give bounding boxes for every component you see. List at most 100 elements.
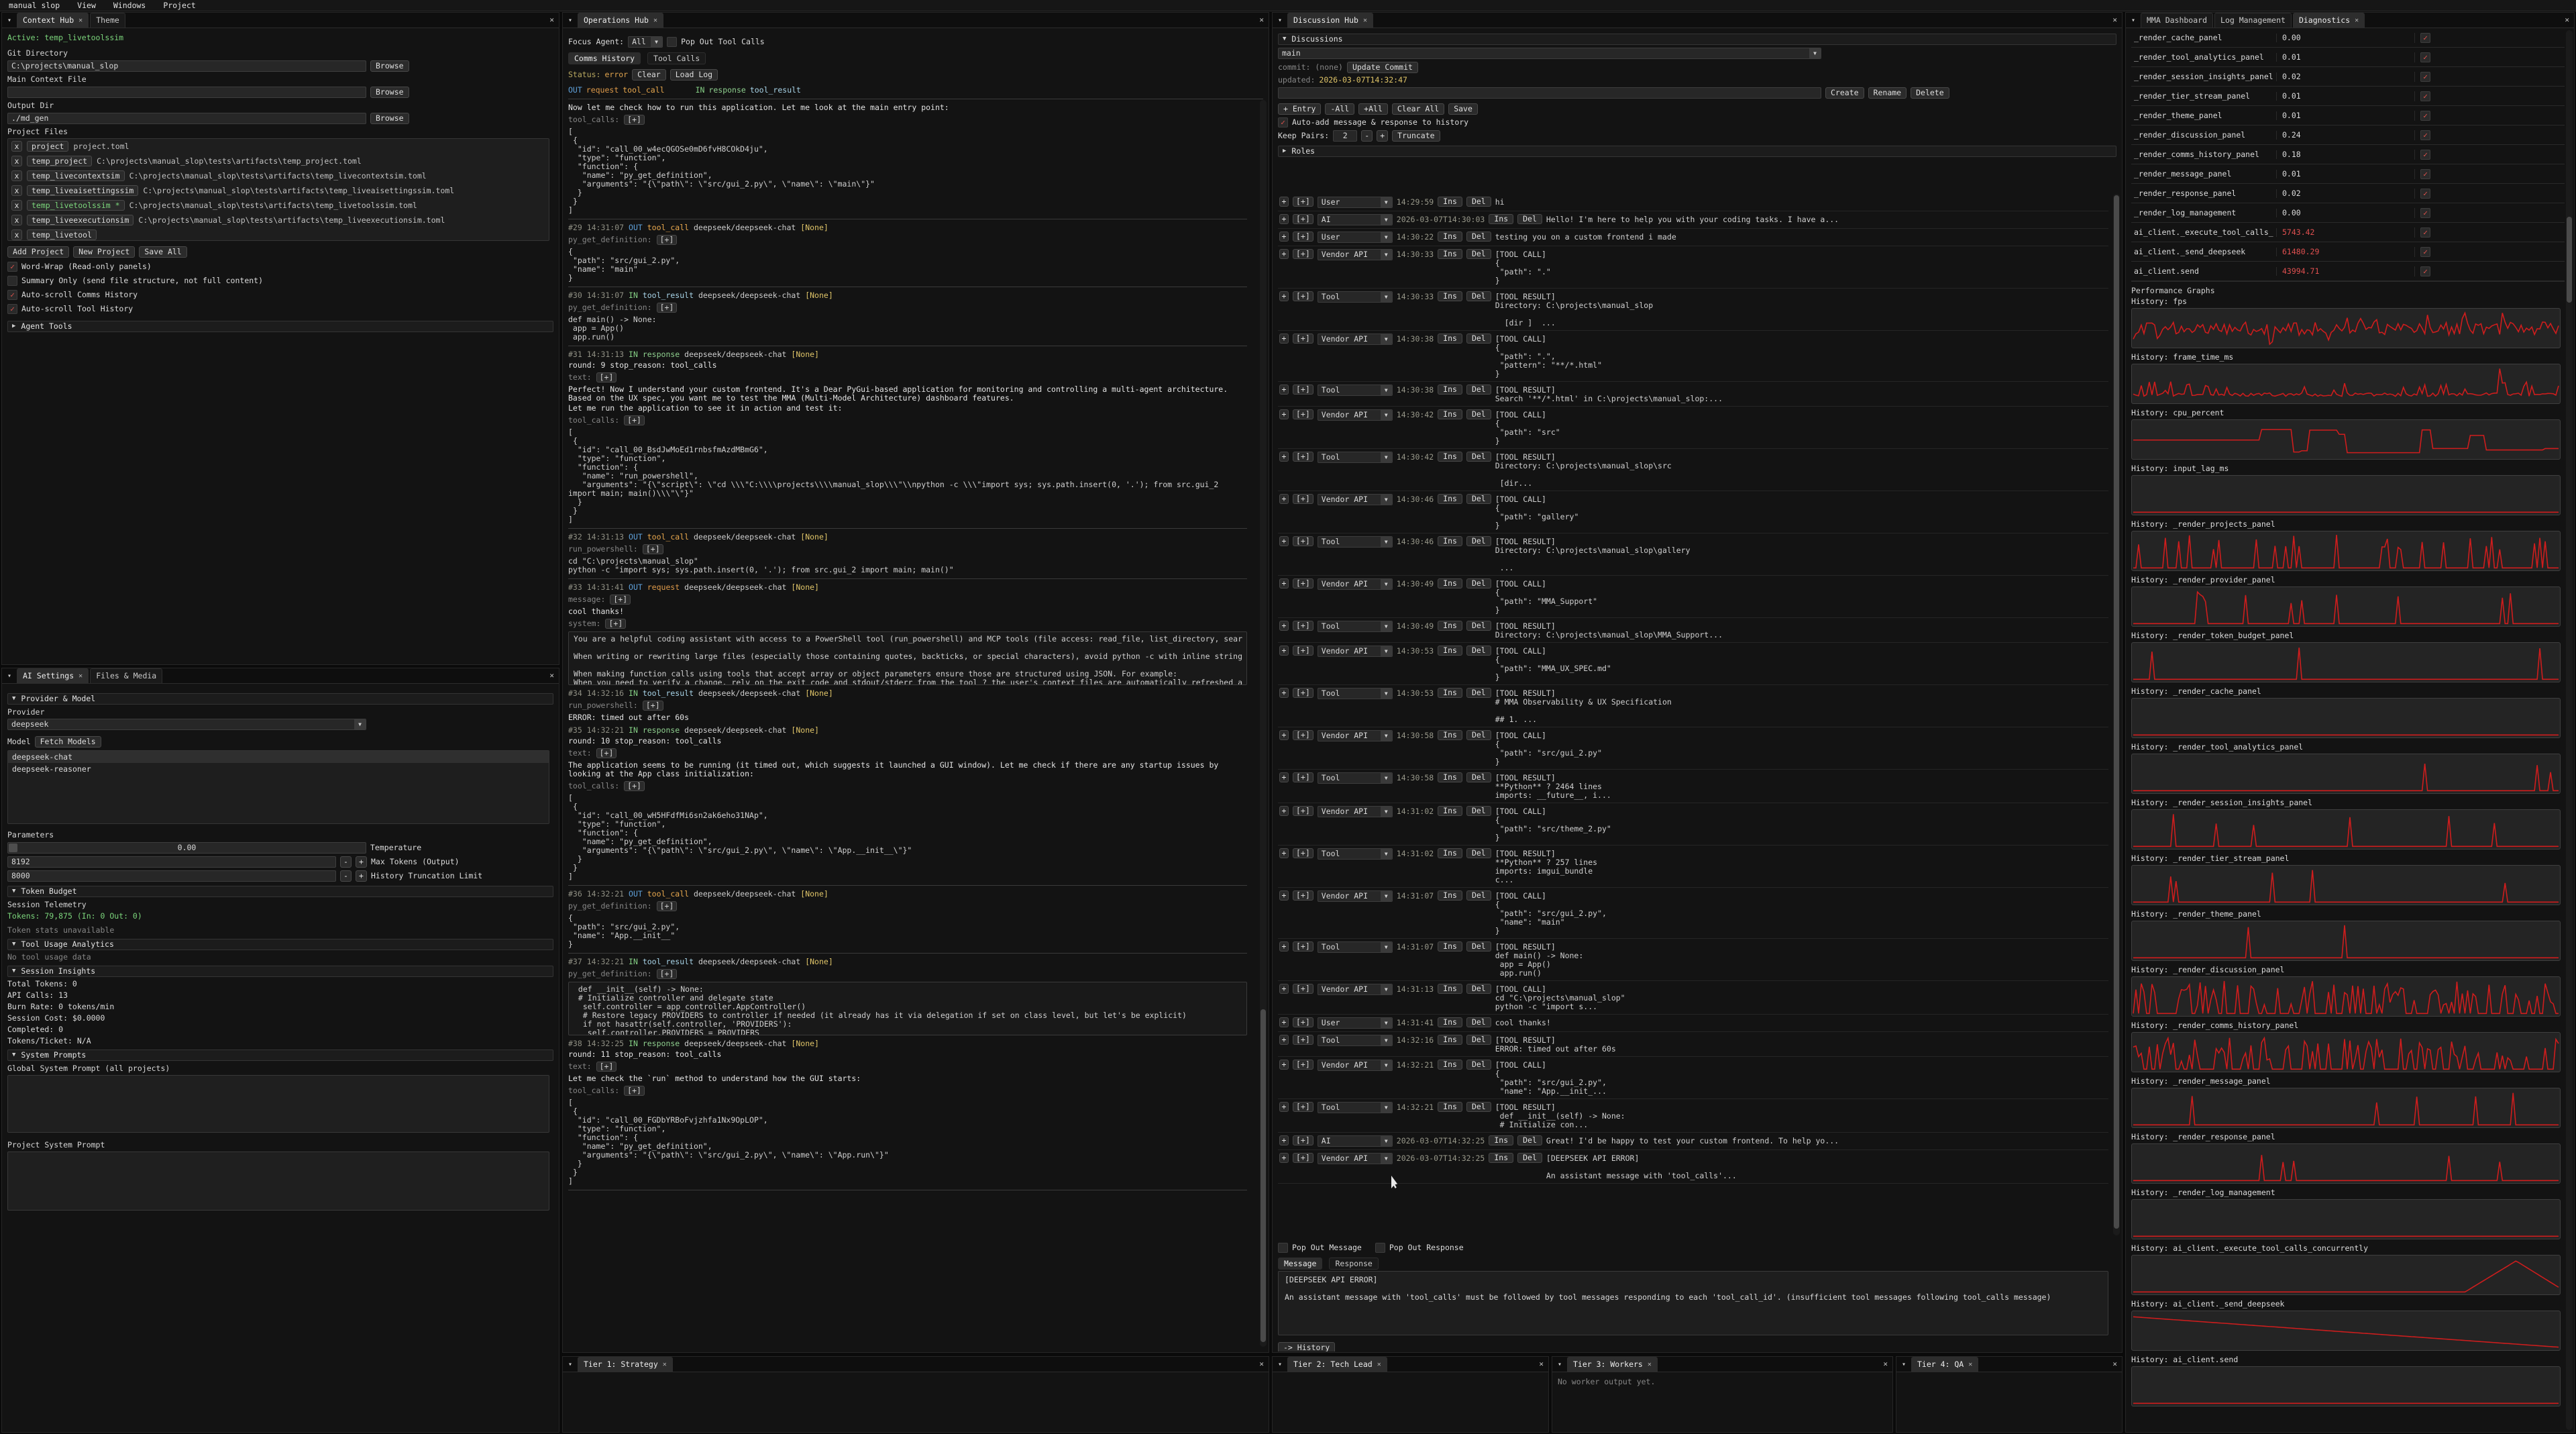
row-del-button[interactable]: Del <box>1466 730 1491 740</box>
row-ins-button[interactable]: Ins <box>1438 806 1462 816</box>
remove-file-button[interactable]: x <box>11 185 22 196</box>
ops-scrollbar[interactable] <box>1260 100 1267 1347</box>
remove-file-button[interactable]: x <box>11 215 22 225</box>
timing-checkbox[interactable]: ✓ <box>2420 72 2430 82</box>
menu-item-manual-slop[interactable]: manual slop <box>0 1 68 10</box>
row-expand-button[interactable]: [+] <box>1293 1135 1313 1145</box>
expand-button[interactable]: [+] <box>624 781 645 791</box>
roles-header[interactable]: ▶ Roles <box>1278 146 2116 157</box>
row-expand-button[interactable]: [+] <box>1293 646 1313 656</box>
row-add-button[interactable]: + <box>1279 385 1289 395</box>
row-del-button[interactable]: Del <box>1517 214 1542 224</box>
row-expand-button[interactable]: [+] <box>1293 621 1313 631</box>
tab-discussion-hub[interactable]: Discussion Hub ✕ <box>1287 13 1373 28</box>
panel-collapse-icon[interactable]: ▾ <box>2 13 17 28</box>
create-button[interactable]: Create <box>1825 87 1864 99</box>
summary-checkbox[interactable] <box>7 276 17 286</box>
timing-checkbox[interactable]: ✓ <box>2420 52 2430 62</box>
row-del-button[interactable]: Del <box>1466 578 1491 588</box>
row-del-button[interactable]: Del <box>1466 1035 1491 1045</box>
discussion-name-input[interactable] <box>1278 87 1821 99</box>
row-expand-button[interactable]: [+] <box>1293 197 1313 207</box>
expand-button[interactable]: [+] <box>643 544 663 554</box>
expand-button[interactable]: [+] <box>596 748 617 758</box>
entry-all-button[interactable]: -All <box>1325 103 1354 115</box>
row-ins-button[interactable]: Ins <box>1438 197 1462 207</box>
row-ins-button[interactable]: Ins <box>1438 232 1462 242</box>
focus-agent-select[interactable]: All ▼ <box>628 36 663 48</box>
row-ins-button[interactable]: Ins <box>1438 730 1462 740</box>
row-expand-button[interactable]: [+] <box>1293 409 1313 419</box>
row-ins-button[interactable]: Ins <box>1438 452 1462 462</box>
role-select[interactable]: Tool▼ <box>1318 772 1393 784</box>
role-select[interactable]: Tool▼ <box>1318 291 1393 303</box>
tool-usage-header[interactable]: ▼ Tool Usage Analytics <box>7 939 553 950</box>
row-del-button[interactable]: Del <box>1517 1153 1542 1163</box>
project-prompt-textarea[interactable] <box>7 1151 549 1211</box>
provider-model-header[interactable]: ▼ Provider & Model <box>7 693 553 705</box>
role-select[interactable]: Vendor API▼ <box>1318 249 1393 260</box>
row-add-button[interactable]: + <box>1279 941 1289 952</box>
project-file-tag-button[interactable]: temp_liveexecutionsim <box>27 215 133 225</box>
role-select[interactable]: AI▼ <box>1318 214 1393 225</box>
row-del-button[interactable]: Del <box>1466 621 1491 631</box>
role-select[interactable]: Vendor API▼ <box>1318 409 1393 421</box>
expand-button[interactable]: [+] <box>624 115 645 125</box>
entry-entry-button[interactable]: + Entry <box>1278 103 1321 115</box>
row-ins-button[interactable]: Ins <box>1438 291 1462 301</box>
history-limit-minus-button[interactable]: - <box>340 870 352 882</box>
close-icon[interactable]: ✕ <box>1539 1360 1544 1368</box>
project-file-tag-button[interactable]: temp_livetoolssim * <box>27 200 125 211</box>
row-add-button[interactable]: + <box>1279 984 1289 994</box>
slider-grab[interactable] <box>9 843 17 852</box>
row-ins-button[interactable]: Ins <box>1489 1135 1513 1145</box>
entry-save-button[interactable]: Save <box>1448 103 1478 115</box>
output-dir-input[interactable]: ./md_gen <box>7 113 366 124</box>
menu-item-view[interactable]: View <box>68 1 105 10</box>
truncate-button[interactable]: Truncate <box>1392 130 1440 142</box>
row-ins-button[interactable]: Ins <box>1438 848 1462 858</box>
role-select[interactable]: User▼ <box>1318 197 1393 208</box>
close-icon[interactable]: ✕ <box>1968 1360 1972 1369</box>
row-add-button[interactable]: + <box>1279 494 1289 504</box>
row-add-button[interactable]: + <box>1279 232 1289 242</box>
expand-button[interactable]: [+] <box>605 619 626 629</box>
row-ins-button[interactable]: Ins <box>1438 1060 1462 1070</box>
row-del-button[interactable]: Del <box>1466 291 1491 301</box>
close-icon[interactable]: ✕ <box>2112 15 2117 24</box>
row-expand-button[interactable]: [+] <box>1293 291 1313 301</box>
project-file-tag-button[interactable]: temp_project <box>27 156 92 166</box>
tab-tool-calls[interactable]: Tool Calls <box>647 52 706 64</box>
history-button[interactable]: -> History <box>1278 1342 1335 1351</box>
row-expand-button[interactable]: [+] <box>1293 494 1313 504</box>
row-add-button[interactable]: + <box>1279 806 1289 816</box>
row-del-button[interactable]: Del <box>1466 688 1491 698</box>
role-select[interactable]: AI▼ <box>1318 1135 1393 1147</box>
close-icon[interactable]: ✕ <box>78 672 83 680</box>
row-ins-button[interactable]: Ins <box>1438 334 1462 344</box>
role-select[interactable]: Tool▼ <box>1318 385 1393 396</box>
row-del-button[interactable]: Del <box>1466 334 1491 344</box>
provider-select[interactable]: deepseek ▼ <box>7 719 366 730</box>
row-add-button[interactable]: + <box>1279 1135 1289 1145</box>
close-icon[interactable]: ✕ <box>1259 1360 1264 1368</box>
history-limit-plus-button[interactable]: + <box>356 870 367 882</box>
save-all-button[interactable]: Save All <box>139 246 186 258</box>
timing-checkbox[interactable]: ✓ <box>2420 169 2430 179</box>
timing-checkbox[interactable]: ✓ <box>2420 130 2430 140</box>
timing-checkbox[interactable]: ✓ <box>2420 189 2430 199</box>
token-budget-header[interactable]: ▼ Token Budget <box>7 886 553 897</box>
auto-scroll-checkbox[interactable]: ✓ <box>7 290 17 300</box>
remove-file-button[interactable]: x <box>11 141 22 152</box>
row-add-button[interactable]: + <box>1279 249 1289 259</box>
close-icon[interactable]: ✕ <box>1648 1360 1652 1369</box>
rename-button[interactable]: Rename <box>1868 87 1907 99</box>
expand-button[interactable]: [+] <box>596 372 617 382</box>
row-ins-button[interactable]: Ins <box>1438 890 1462 901</box>
role-select[interactable]: Tool▼ <box>1318 452 1393 463</box>
entry-clearall-button[interactable]: Clear All <box>1392 103 1444 115</box>
tab-diagnostics[interactable]: Diagnostics✕ <box>2293 13 2365 28</box>
close-icon[interactable]: ✕ <box>1883 1360 1888 1368</box>
row-del-button[interactable]: Del <box>1466 452 1491 462</box>
role-select[interactable]: User▼ <box>1318 232 1393 243</box>
